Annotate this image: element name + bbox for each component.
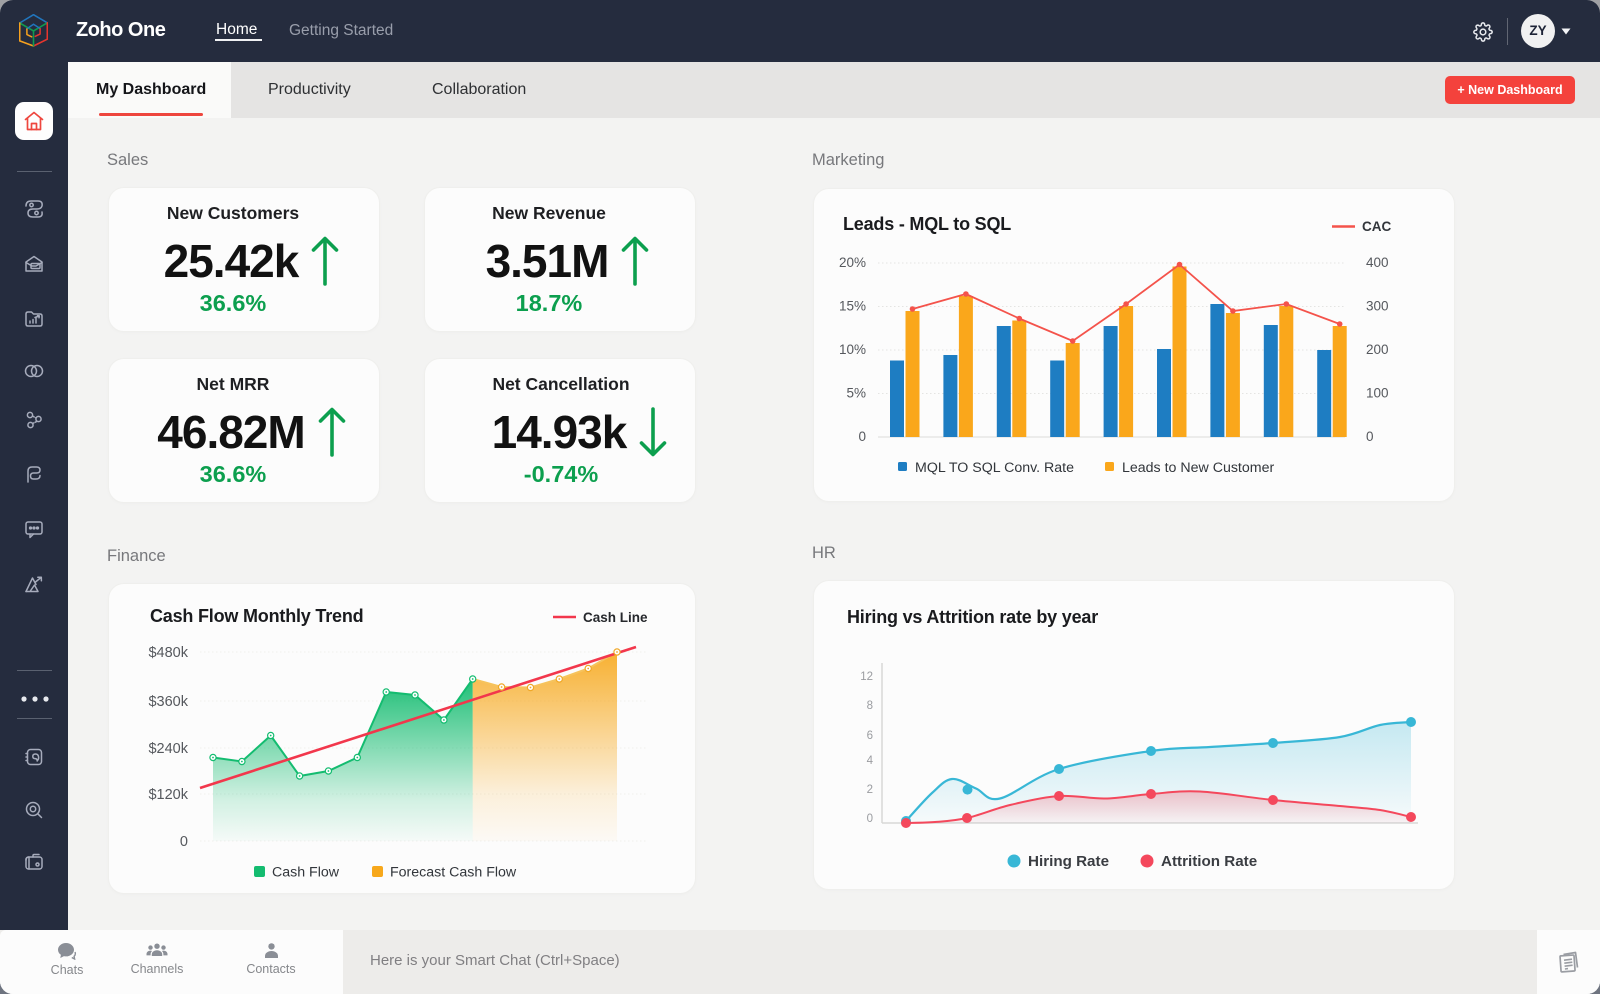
svg-text:$120k: $120k xyxy=(148,787,188,803)
svg-text:Cash Line: Cash Line xyxy=(583,610,648,625)
svg-text:Hiring Rate: Hiring Rate xyxy=(1028,853,1109,870)
svg-text:6: 6 xyxy=(867,730,873,742)
svg-text:100: 100 xyxy=(1366,386,1389,401)
svg-text:10%: 10% xyxy=(839,342,866,357)
svg-text:$240k: $240k xyxy=(148,741,188,757)
svg-text:0: 0 xyxy=(1366,429,1374,444)
svg-text:400: 400 xyxy=(1366,255,1389,270)
svg-text:Leads to New Customer: Leads to New Customer xyxy=(1122,460,1274,476)
svg-text:15%: 15% xyxy=(839,299,866,314)
svg-text:8: 8 xyxy=(867,700,873,712)
svg-text:0: 0 xyxy=(858,429,866,444)
svg-text:$360k: $360k xyxy=(148,694,188,710)
svg-text:CAC: CAC xyxy=(1362,219,1391,234)
svg-text:Forecast Cash Flow: Forecast Cash Flow xyxy=(390,865,517,881)
svg-text:5%: 5% xyxy=(846,386,866,401)
svg-text:200: 200 xyxy=(1366,342,1389,357)
svg-text:MQL TO SQL Conv. Rate: MQL TO SQL Conv. Rate xyxy=(915,460,1074,476)
svg-text:0: 0 xyxy=(180,834,188,850)
svg-text:Cash Flow: Cash Flow xyxy=(272,865,340,881)
svg-text:12: 12 xyxy=(860,671,873,683)
svg-text:0: 0 xyxy=(867,813,873,825)
svg-text:Attrition Rate: Attrition Rate xyxy=(1161,853,1257,870)
svg-text:$480k: $480k xyxy=(148,645,188,661)
svg-text:20%: 20% xyxy=(839,255,866,270)
svg-text:300: 300 xyxy=(1366,299,1389,314)
svg-text:2: 2 xyxy=(867,784,873,796)
svg-text:4: 4 xyxy=(867,755,874,767)
